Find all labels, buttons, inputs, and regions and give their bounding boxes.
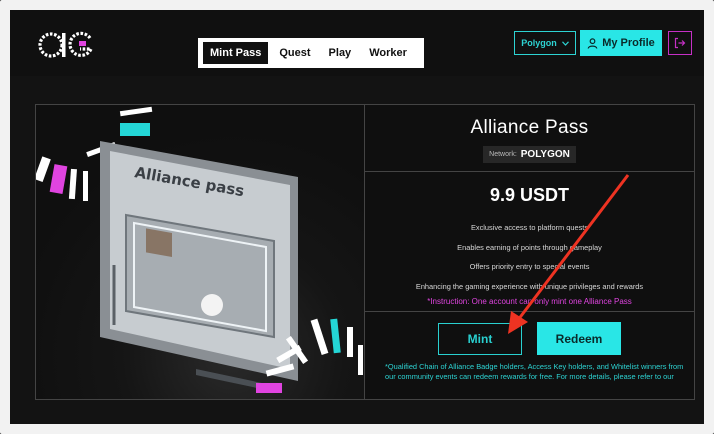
network-value: POLYGON bbox=[520, 149, 570, 160]
pass-actions: Mint Redeem *Qualified Chain of Alliance… bbox=[365, 311, 695, 399]
benefit-item: Offers priority entry to special events bbox=[469, 262, 590, 271]
my-profile-label: My Profile bbox=[602, 37, 655, 49]
pass-header: Alliance Pass Network: POLYGON bbox=[365, 105, 694, 172]
chain-selector-label: Polygon bbox=[521, 38, 557, 48]
user-icon bbox=[587, 37, 598, 49]
logout-button[interactable] bbox=[668, 31, 692, 55]
pass-details-panel: Alliance Pass Network: POLYGON 9.9 USDT … bbox=[364, 105, 695, 399]
logout-icon bbox=[674, 37, 686, 49]
my-profile-button[interactable]: My Profile bbox=[580, 30, 662, 56]
network-label: Network: bbox=[489, 151, 517, 158]
pass-price: 9.9 USDT bbox=[489, 185, 570, 205]
chain-selector[interactable]: Polygon bbox=[514, 31, 576, 55]
nav-item-mint-pass[interactable]: Mint Pass bbox=[203, 42, 269, 64]
alliance-pass-artwork: Alliance pass bbox=[36, 105, 364, 399]
benefit-item: Enhancing the gaming experience with uni… bbox=[415, 281, 644, 291]
benefit-item: Enables earning of points through gamepl… bbox=[457, 242, 602, 252]
redeem-note: *Qualified Chain of Alliance Badge holde… bbox=[385, 362, 685, 382]
network-badge: Network: POLYGON bbox=[483, 146, 576, 163]
alliance-pass-image: Alliance pass bbox=[36, 106, 363, 393]
pass-title: Alliance Pass bbox=[470, 117, 589, 138]
nav-item-worker[interactable]: Worker bbox=[362, 42, 414, 64]
nav-item-quest[interactable]: Quest bbox=[272, 42, 317, 64]
main-nav: Mint Pass Quest Play Worker bbox=[198, 38, 424, 68]
refer-link[interactable]: refer to our bbox=[638, 372, 674, 381]
logo-icon[interactable] bbox=[36, 30, 96, 60]
mint-button[interactable]: Mint bbox=[438, 323, 522, 355]
redeem-button[interactable]: Redeem bbox=[537, 322, 621, 355]
top-bar: Mint Pass Quest Play Worker Polygon My P… bbox=[10, 10, 704, 76]
benefit-item: Exclusive access to platform quests bbox=[470, 223, 589, 232]
nav-item-play[interactable]: Play bbox=[322, 42, 359, 64]
mint-instruction: *Instruction: One account can only mint … bbox=[427, 297, 632, 306]
benefits-list: Exclusive access to platform quests Enab… bbox=[365, 218, 694, 296]
chevron-down-icon bbox=[561, 40, 569, 46]
alliance-pass-card: Alliance pass Alliance Pass Network: POL… bbox=[35, 104, 695, 400]
